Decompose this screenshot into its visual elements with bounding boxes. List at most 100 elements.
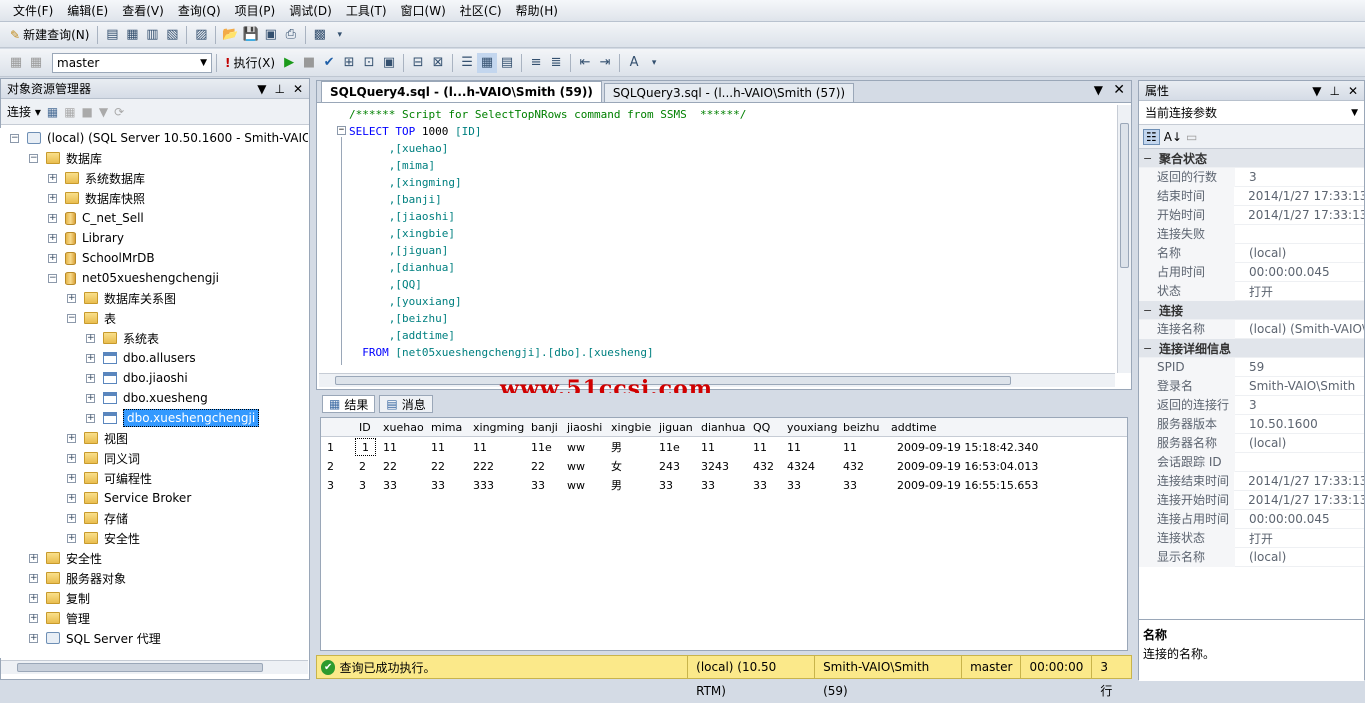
expander-icon[interactable]: + [48, 193, 57, 203]
tree-node[interactable]: + 同义词 [67, 448, 140, 468]
results-text-icon[interactable]: ☰ [457, 53, 477, 73]
alphabetical-icon[interactable]: A↓ [1164, 130, 1182, 144]
grid-cell[interactable]: 11 [843, 438, 857, 457]
tree-node[interactable]: + C_net_Sell [48, 208, 144, 228]
query-designer-icon[interactable]: ⊡ [359, 53, 379, 73]
database-engine-query-button[interactable]: ▤ [102, 25, 122, 45]
pin-icon[interactable]: ⊥ [274, 82, 284, 96]
menu-item-9[interactable]: 帮助(H) [509, 1, 565, 21]
grid-cell[interactable]: 3 [359, 476, 366, 495]
tree-node[interactable]: − 数据库 [29, 148, 102, 168]
sql-code-area[interactable]: − /****** Script for SelectTopNRows comm… [319, 105, 1115, 373]
grid-cell[interactable]: ww [567, 457, 585, 476]
grid-cell[interactable]: 33 [431, 476, 445, 495]
expander-icon[interactable]: − [48, 273, 57, 283]
collapse-icon[interactable]: − [1143, 152, 1153, 165]
close-tab-icon[interactable]: ✕ [1113, 82, 1125, 98]
grid-cell[interactable]: 432 [753, 457, 774, 476]
expander-icon[interactable]: + [48, 253, 57, 263]
tab-results[interactable]: ▦ 结果 [322, 395, 376, 413]
connect-icon[interactable]: ▦ [6, 53, 26, 73]
tree-node[interactable]: + dbo.xuesheng [86, 388, 208, 408]
grid-cell[interactable]: 22 [531, 457, 545, 476]
grid-cell[interactable]: 33 [843, 476, 857, 495]
debug-play-icon[interactable]: ▶ [279, 53, 299, 73]
property-pages-icon[interactable]: ▭ [1186, 130, 1197, 144]
column-header[interactable]: dianhua [701, 418, 745, 437]
column-header[interactable]: ID [359, 418, 371, 437]
property-row[interactable]: 会话跟踪 ID [1139, 452, 1364, 472]
tree-node[interactable]: + 数据库关系图 [67, 288, 176, 308]
grid-cell[interactable]: 1 [355, 438, 376, 456]
expander-icon[interactable]: − [67, 313, 76, 323]
open-file-icon[interactable]: 📂 [220, 25, 240, 45]
close-icon[interactable]: ✕ [293, 82, 303, 96]
table-row[interactable]: 1 1 11 11 11 11e ww 男 11e 11 11 11 11 2009-09-19 15:1… [321, 438, 1127, 457]
categorized-icon[interactable]: ☷ [1143, 128, 1160, 145]
tree-node[interactable]: + Service Broker [67, 488, 191, 508]
expander-icon[interactable]: + [86, 353, 95, 363]
results-grid[interactable]: ID xuehao mima xingming banji jiaoshi xingbie j… [320, 417, 1128, 651]
collapse-icon[interactable]: − [1143, 342, 1153, 355]
grid-cell[interactable]: 11 [383, 438, 397, 457]
expander-icon[interactable]: + [67, 293, 76, 303]
database-select[interactable]: master ▼ [52, 52, 212, 73]
grid-cell[interactable]: 22 [431, 457, 445, 476]
activity-monitor-icon[interactable]: ▩ [310, 25, 330, 45]
property-row[interactable]: 服务器版本 10.50.1600 [1139, 414, 1364, 434]
filter-icon[interactable]: ▼ [99, 105, 108, 119]
include-plan-icon[interactable]: ⊟ [408, 53, 428, 73]
grid-cell[interactable]: 11e [531, 438, 552, 457]
grid-cell[interactable]: 男 [611, 476, 622, 495]
grid-cell[interactable]: 男 [611, 438, 622, 457]
xmla-query-button[interactable]: ▨ [191, 25, 211, 45]
tree-node[interactable]: + 存储 [67, 508, 128, 528]
grid-cell[interactable]: 33 [701, 476, 715, 495]
grid-cell[interactable]: 11 [473, 438, 487, 457]
expander-icon[interactable]: − [10, 133, 19, 143]
grid-cell[interactable]: 333 [473, 476, 494, 495]
menu-item-0[interactable]: 文件(F) [6, 1, 60, 21]
estimated-plan-icon[interactable]: ⊞ [339, 53, 359, 73]
grid-cell[interactable]: ww [567, 438, 585, 457]
expander-icon[interactable]: + [86, 413, 95, 423]
mdx-query-button[interactable]: ▥ [142, 25, 162, 45]
expander-icon[interactable]: + [29, 633, 38, 643]
property-category[interactable]: − 连接详细信息 [1139, 339, 1364, 358]
dropdown-icon[interactable]: ▼ [257, 82, 266, 96]
grid-cell[interactable]: ww [567, 476, 585, 495]
tree-node[interactable]: − 表 [67, 308, 116, 328]
menu-item-4[interactable]: 项目(P) [228, 1, 283, 21]
dropdown-icon[interactable]: ▼ [1312, 84, 1321, 98]
expander-icon[interactable]: + [48, 173, 57, 183]
tree-node[interactable]: + dbo.xueshengchengji [86, 408, 260, 428]
property-row[interactable]: SPID 59 [1139, 357, 1364, 377]
property-row[interactable]: 登录名 Smith-VAIO\Smith [1139, 376, 1364, 396]
column-header[interactable]: xuehao [383, 418, 424, 437]
grid-cell[interactable]: 2 [359, 457, 366, 476]
grid-cell[interactable]: 22 [383, 457, 397, 476]
expander-icon[interactable]: − [29, 153, 38, 163]
menu-item-5[interactable]: 调试(D) [282, 1, 339, 21]
column-header[interactable]: xingming [473, 418, 524, 437]
grid-cell[interactable]: 11 [753, 438, 767, 457]
tab-sqlquery4[interactable]: SQLQuery4.sql - (l...h-VAIO\Smith (59)) [321, 81, 602, 102]
grid-cell[interactable]: 4324 [787, 457, 815, 476]
property-category[interactable]: − 聚合状态 [1139, 149, 1364, 168]
print-icon[interactable]: ⎙ [281, 25, 301, 45]
grid-cell[interactable]: 2009-09-19 16:55:15.653 [897, 476, 1038, 495]
column-header[interactable]: banji [531, 418, 558, 437]
analysis-query-button[interactable]: ▦ [122, 25, 142, 45]
column-header[interactable]: beizhu [843, 418, 880, 437]
menu-item-1[interactable]: 编辑(E) [60, 1, 115, 21]
grid-cell[interactable]: 33 [753, 476, 767, 495]
grid-cell[interactable]: 11 [787, 438, 801, 457]
expander-icon[interactable]: + [86, 333, 95, 343]
expander-icon[interactable]: + [67, 513, 76, 523]
property-row[interactable]: 连接开始时间 2014/1/27 17:33:13 [1139, 490, 1364, 510]
tree-node[interactable]: + 视图 [67, 428, 128, 448]
expander-icon[interactable]: + [48, 213, 57, 223]
menu-item-3[interactable]: 查询(Q) [171, 1, 228, 21]
expander-icon[interactable]: + [67, 453, 76, 463]
expander-icon[interactable]: + [29, 573, 38, 583]
